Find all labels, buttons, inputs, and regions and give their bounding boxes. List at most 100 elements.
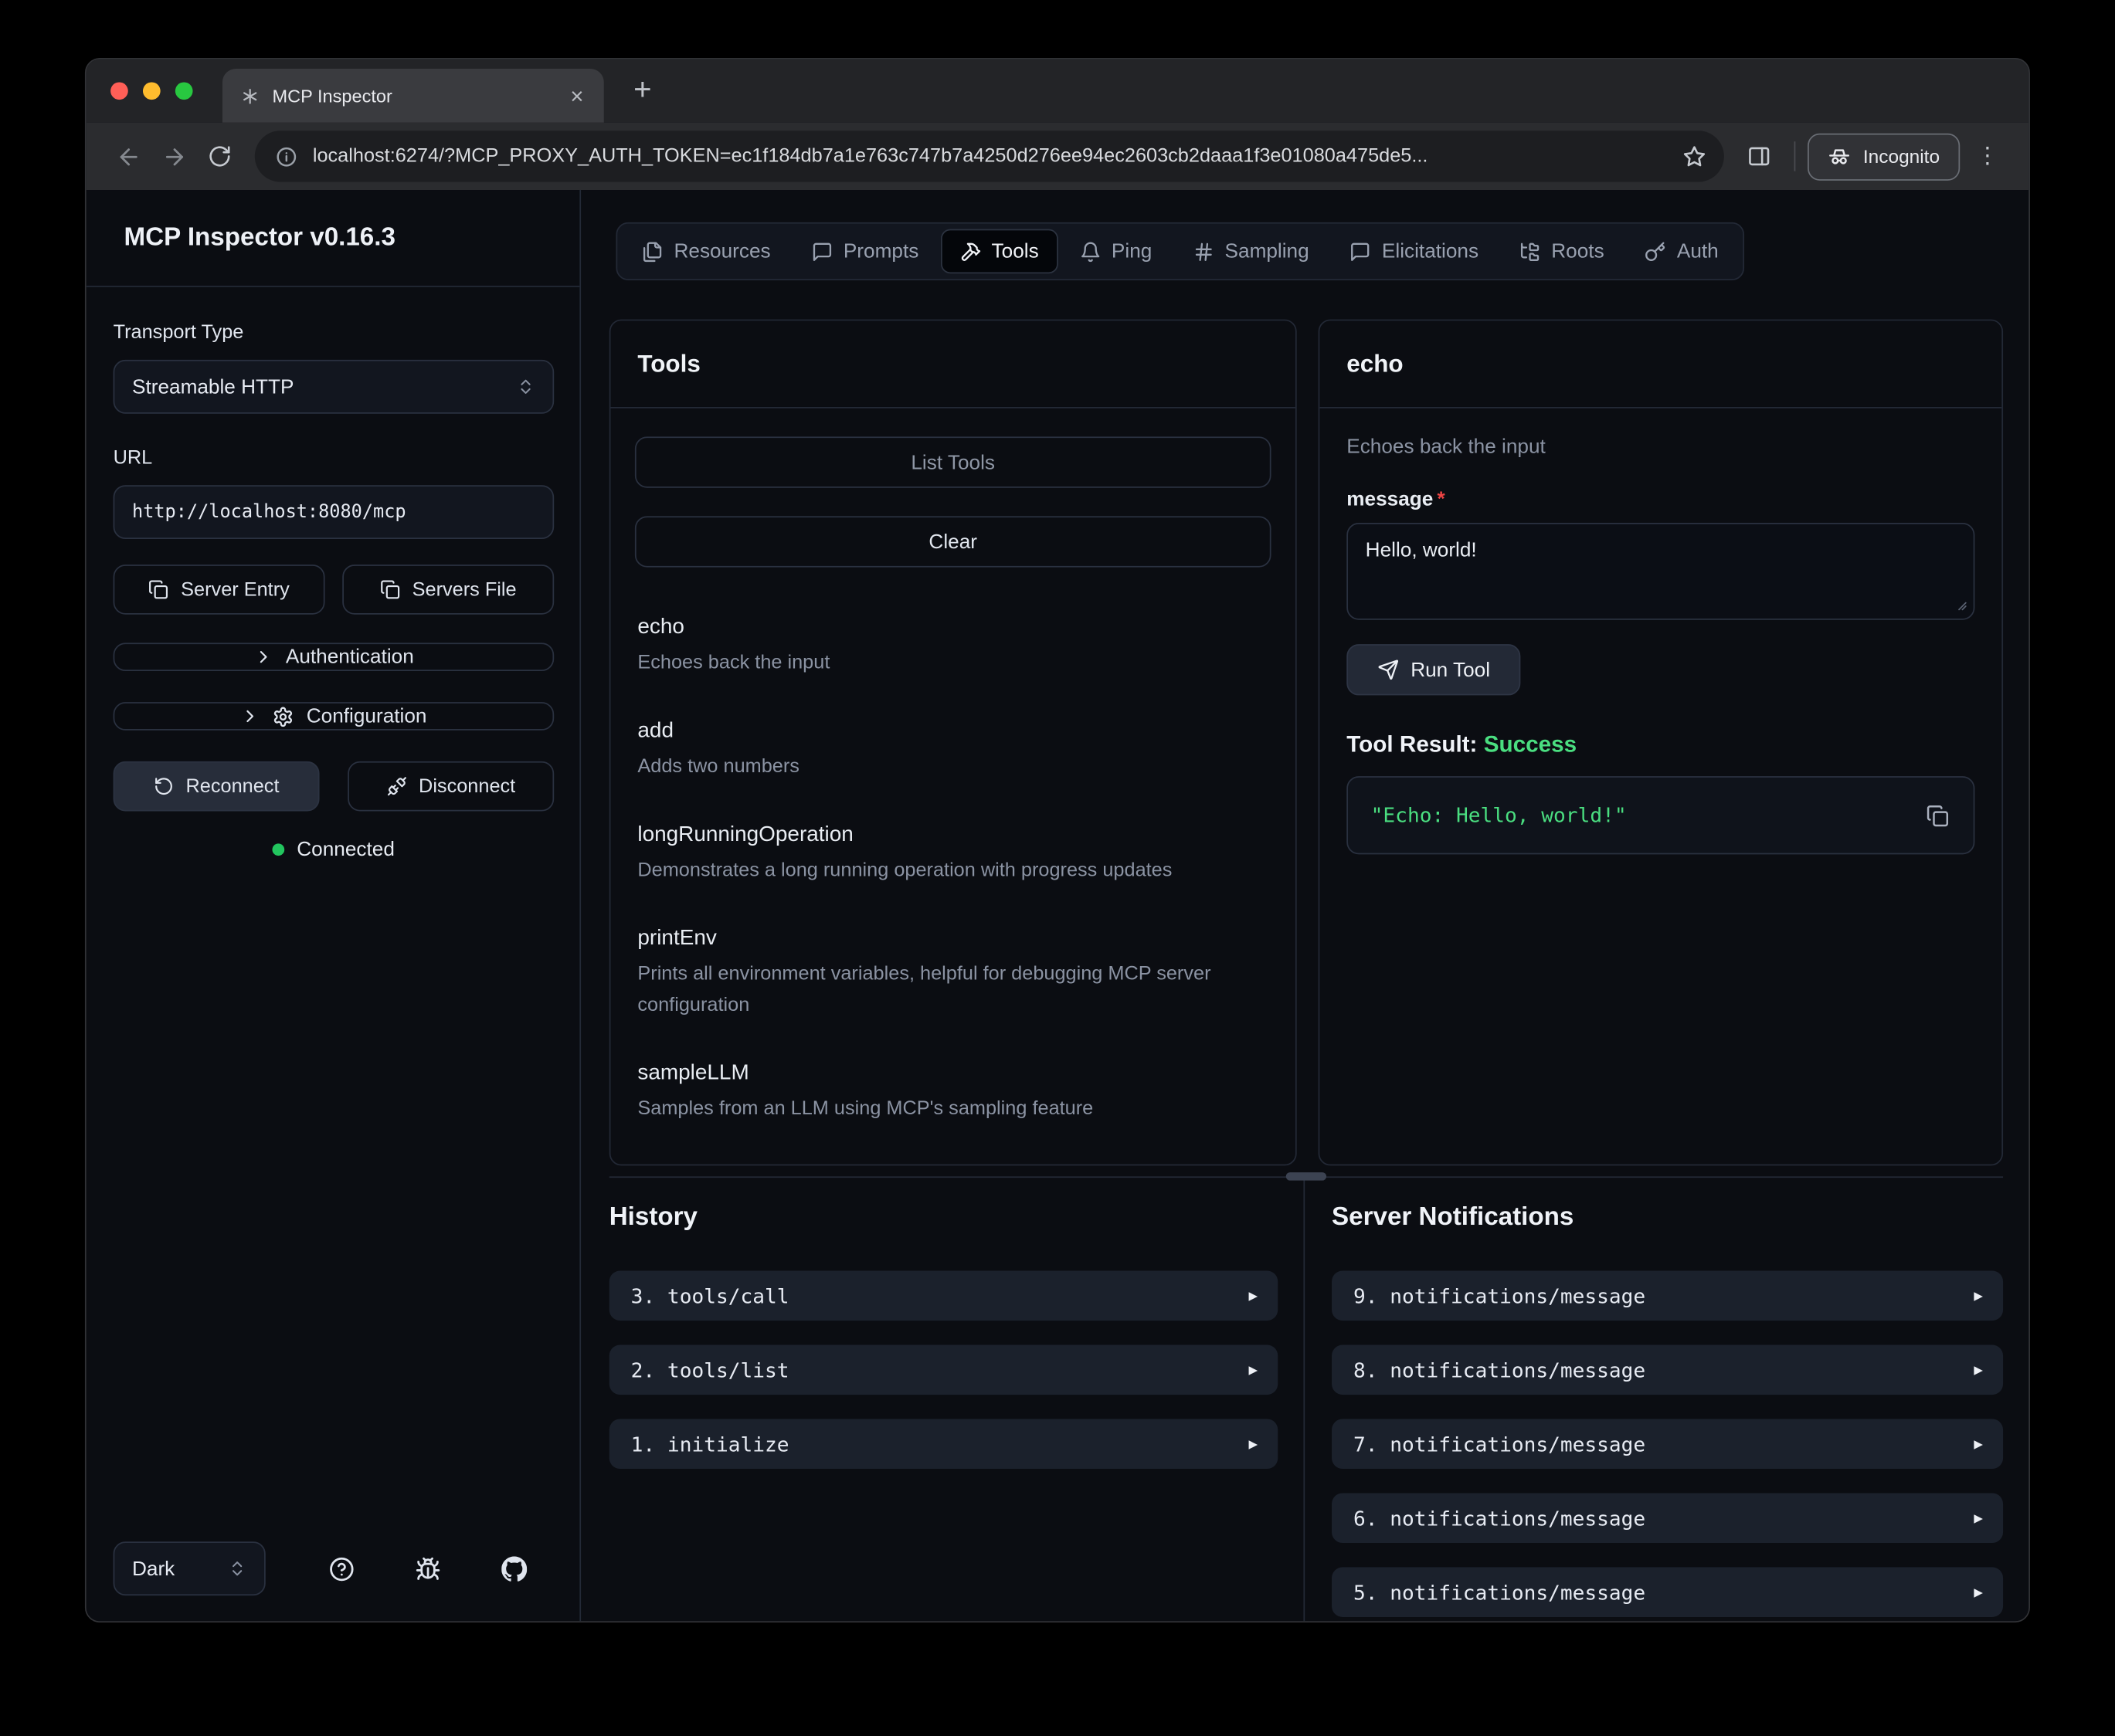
theme-select[interactable]: Dark	[114, 1541, 266, 1595]
send-icon	[1377, 659, 1399, 680]
key-icon	[1645, 240, 1666, 262]
list-tools-button[interactable]: List Tools	[635, 436, 1271, 487]
expand-play-icon[interactable]: ▶	[1249, 1435, 1258, 1453]
site-info-icon[interactable]	[275, 145, 298, 168]
tool-list-item[interactable]: sampleLLM Samples from an LLM using MCP'…	[637, 1058, 1268, 1125]
browser-menu-icon[interactable]: ⋮	[1965, 143, 2010, 170]
notification-item[interactable]: 8. notifications/message ▶	[1332, 1345, 2003, 1395]
message-param-input[interactable]: Hello, world!	[1346, 523, 1974, 620]
panel-resize-handle[interactable]	[1286, 1172, 1326, 1180]
server-notifications-title: Server Notifications	[1332, 1199, 2003, 1236]
desktop-background: MCP Inspector × + localhost:6274/?MCP_PR…	[0, 0, 2115, 1736]
expand-play-icon[interactable]: ▶	[1249, 1361, 1258, 1378]
tab-resources[interactable]: Resources	[623, 229, 789, 274]
notification-item[interactable]: 6. notifications/message ▶	[1332, 1493, 2003, 1543]
required-mark: *	[1438, 488, 1445, 511]
theme-value: Dark	[132, 1557, 175, 1580]
reconnect-button[interactable]: Reconnect	[114, 761, 320, 812]
result-status-badge: Success	[1484, 732, 1577, 758]
chevron-right-icon	[240, 706, 260, 726]
transport-type-select[interactable]: Streamable HTTP	[114, 360, 555, 414]
notification-item[interactable]: 9. notifications/message ▶	[1332, 1271, 2003, 1321]
close-tab-icon[interactable]: ×	[564, 82, 591, 110]
expand-play-icon[interactable]: ▶	[1974, 1361, 1983, 1378]
history-item[interactable]: 3. tools/call ▶	[609, 1271, 1278, 1321]
tool-list-item[interactable]: printEnv Prints all environment variable…	[637, 923, 1268, 1021]
help-button[interactable]	[314, 1541, 368, 1595]
tab-elicitations[interactable]: Elicitations	[1331, 229, 1498, 274]
tool-list: echo Echoes back the input add Adds two …	[635, 612, 1271, 1125]
address-bar[interactable]: localhost:6274/?MCP_PROXY_AUTH_TOKEN=ec1…	[255, 131, 1724, 181]
expand-play-icon[interactable]: ▶	[1974, 1287, 1983, 1304]
github-link-button[interactable]	[487, 1541, 541, 1595]
history-item[interactable]: 1. initialize ▶	[609, 1419, 1278, 1469]
tab-roots[interactable]: Roots	[1500, 229, 1623, 274]
chevron-right-icon	[253, 647, 273, 667]
tab-prompts[interactable]: Prompts	[793, 229, 938, 274]
bug-report-button[interactable]	[400, 1541, 454, 1595]
history-item[interactable]: 2. tools/list ▶	[609, 1345, 1278, 1395]
history-title: History	[609, 1199, 1278, 1236]
folder-tree-icon	[1519, 240, 1540, 262]
server-entry-button[interactable]: Server Entry	[114, 565, 325, 615]
copy-icon	[380, 579, 400, 599]
tool-detail-panel: echo Echoes back the input message* Hell…	[1319, 320, 2003, 1166]
bottom-panes: History 3. tools/call ▶ 2. tools/list ▶	[609, 1176, 2003, 1621]
expand-play-icon[interactable]: ▶	[1249, 1287, 1258, 1304]
authentication-expander[interactable]: Authentication	[114, 643, 555, 671]
result-box: "Echo: Hello, world!"	[1346, 776, 1974, 854]
notification-item[interactable]: 5. notifications/message ▶	[1332, 1567, 2003, 1617]
maximize-window-button[interactable]	[175, 82, 193, 100]
tab-sampling[interactable]: Sampling	[1173, 229, 1328, 274]
browser-tab[interactable]: MCP Inspector ×	[222, 69, 604, 123]
bookmark-star-icon[interactable]	[1682, 144, 1706, 168]
incognito-label: Incognito	[1863, 145, 1940, 167]
expand-play-icon[interactable]: ▶	[1974, 1583, 1983, 1601]
tool-result-heading: Tool Result: Success	[1346, 732, 1974, 759]
minimize-window-button[interactable]	[143, 82, 161, 100]
configuration-expander[interactable]: Configuration	[114, 702, 555, 731]
hammer-icon	[959, 240, 981, 262]
connection-status-label: Connected	[297, 838, 395, 861]
unplug-icon	[386, 776, 406, 796]
tool-list-item[interactable]: longRunningOperation Demonstrates a long…	[637, 819, 1268, 887]
notification-item[interactable]: 7. notifications/message ▶	[1332, 1419, 2003, 1469]
back-icon[interactable]	[105, 134, 151, 179]
servers-file-button[interactable]: Servers File	[342, 565, 554, 615]
param-label: message*	[1346, 488, 1974, 511]
expand-play-icon[interactable]: ▶	[1974, 1509, 1983, 1527]
server-notifications-panel: Server Notifications 9. notifications/me…	[1305, 1178, 2003, 1621]
browser-tab-title: MCP Inspector	[272, 86, 551, 106]
close-window-button[interactable]	[110, 82, 128, 100]
server-url-input[interactable]: http://localhost:8080/mcp	[114, 485, 555, 539]
transport-type-value: Streamable HTTP	[132, 375, 294, 398]
forward-icon[interactable]	[151, 134, 196, 179]
copy-icon	[148, 579, 168, 599]
files-icon	[642, 240, 664, 262]
incognito-badge: Incognito	[1808, 133, 1960, 180]
connection-status: Connected	[114, 838, 555, 861]
tab-tools[interactable]: Tools	[940, 229, 1058, 274]
disconnect-button[interactable]: Disconnect	[348, 761, 554, 812]
hash-icon	[1193, 240, 1214, 262]
server-url-value: http://localhost:8080/mcp	[132, 501, 406, 523]
clear-tools-button[interactable]: Clear	[635, 516, 1271, 567]
reload-icon[interactable]	[197, 134, 243, 179]
url-text: localhost:6274/?MCP_PROXY_AUTH_TOKEN=ec1…	[313, 145, 1668, 167]
browser-window: MCP Inspector × + localhost:6274/?MCP_PR…	[85, 58, 2030, 1622]
message-square-icon	[1349, 240, 1371, 262]
tab-ping[interactable]: Ping	[1061, 229, 1171, 274]
tool-list-item[interactable]: echo Echoes back the input	[637, 612, 1268, 679]
new-tab-button[interactable]: +	[626, 73, 660, 108]
tool-list-item[interactable]: add Adds two numbers	[637, 716, 1268, 783]
tab-auth[interactable]: Auth	[1626, 229, 1738, 274]
tools-panel-title: Tools	[610, 320, 1295, 408]
window-controls	[110, 82, 192, 100]
result-output: "Echo: Hello, world!"	[1371, 803, 1918, 827]
copy-result-icon[interactable]	[1918, 795, 1957, 835]
resize-corner-icon[interactable]	[1954, 598, 1967, 612]
run-tool-button[interactable]: Run Tool	[1346, 644, 1520, 695]
expand-play-icon[interactable]: ▶	[1974, 1435, 1983, 1453]
chevrons-up-down-icon	[516, 378, 535, 396]
side-panel-icon[interactable]	[1736, 134, 1782, 179]
